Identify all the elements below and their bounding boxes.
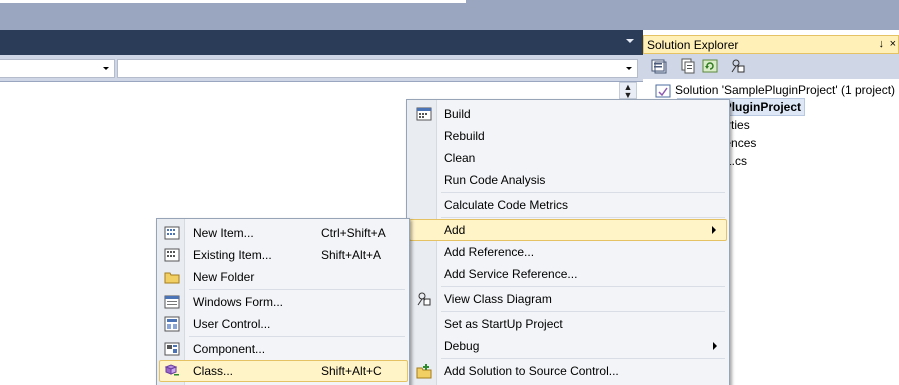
menu-item-calculate-code-metrics[interactable]: Calculate Code Metrics [409,194,727,216]
menu-item-new-item[interactable]: New Item... Ctrl+Shift+A [159,222,408,244]
menu-item-label: Class... [193,364,234,378]
menu-item-add-solution-to-source-control[interactable]: Add Solution to Source Control... [409,360,727,382]
split-icon: ▲ ▼ [623,81,633,100]
menu-item-component[interactable]: Component... [159,338,408,360]
menu-item-label: User Control... [193,317,271,331]
menu-separator [441,286,725,287]
component-icon [164,342,180,356]
menu-item-add-reference[interactable]: Add Reference... [409,241,727,263]
type-dropdown[interactable] [0,59,115,78]
chevron-right-icon [712,226,716,234]
chevron-down-icon [103,67,109,70]
close-icon[interactable]: × [890,38,896,50]
member-dropdown[interactable] [117,59,638,78]
solution-explorer-title: Solution Explorer [647,38,739,52]
menu-separator [189,336,405,337]
tree-item-label: Solution 'SamplePluginProject' (1 projec… [675,83,896,97]
menu-item-rebuild[interactable]: Rebuild [409,125,727,147]
menu-item-label: Build [444,107,471,121]
document-tab-bar [0,30,643,55]
menu-item-label: Windows Form... [193,295,284,309]
menu-item-label: View Class Diagram [444,292,552,306]
chevron-down-icon [626,67,632,70]
chevron-right-icon [713,342,717,350]
class-diagram-icon [417,292,431,306]
menu-item-shortcut: Shift+Alt+A [321,248,382,262]
menu-item-shortcut: Shift+Alt+C [321,364,382,378]
show-all-files-button[interactable] [679,57,697,75]
menu-separator [441,358,725,359]
menu-item-label: Add Service Reference... [444,267,578,281]
add-submenu: New Item... Ctrl+Shift+A Existing Item..… [156,218,410,385]
menu-item-add-service-reference[interactable]: Add Service Reference... [409,263,727,285]
menu-item-build[interactable]: Build [409,103,727,125]
menu-item-label: Run Code Analysis [444,173,546,187]
refresh-button[interactable] [701,57,719,75]
menu-item-new-folder[interactable]: New Folder [159,266,408,288]
menu-item-label: Component... [193,342,266,356]
folder-icon [164,272,180,284]
view-class-diagram-button[interactable] [729,57,747,75]
menu-item-clean[interactable]: Clean [409,147,727,169]
menu-item-add[interactable]: Add [409,219,727,241]
menu-item-run-code-analysis[interactable]: Run Code Analysis [409,169,727,191]
windows-form-icon [164,295,180,309]
solution-explorer-toolbar [643,54,899,79]
menu-item-label: Clean [444,151,476,165]
pin-icon[interactable]: ↓ [879,38,885,50]
menu-item-label: Set as StartUp Project [444,317,563,331]
show-all-files-icon [681,58,695,74]
project-context-menu: Build Rebuild Clean Run Code Analysis Ca… [406,99,730,385]
menu-item-label: Debug [444,339,480,353]
menu-separator [189,289,405,290]
existing-item-icon [164,248,180,262]
menu-item-debug[interactable]: Debug [409,335,727,357]
menu-item-user-control[interactable]: User Control... [159,313,408,335]
menu-item-class[interactable]: Class... Shift+Alt+C [159,360,408,382]
properties-button[interactable] [650,57,668,75]
editor-split-button[interactable]: ▲ ▼ [619,82,637,99]
menu-item-label: Add [444,223,466,237]
menu-item-set-as-startup[interactable]: Set as StartUp Project [409,313,727,335]
properties-icon [651,59,667,74]
user-control-icon [164,316,180,332]
menu-separator [441,311,725,312]
top-strip [0,0,466,3]
menu-separator [441,217,725,218]
new-item-icon [164,226,180,240]
menu-item-label: Add Reference... [444,245,535,259]
menu-item-label: New Folder [193,270,255,284]
class-icon [164,364,179,376]
title-area [0,0,899,30]
menu-item-label: Rebuild [444,129,485,143]
build-icon [416,107,432,121]
menu-item-view-class-diagram[interactable]: View Class Diagram [409,288,727,310]
menu-item-label: Calculate Code Metrics [444,198,569,212]
tree-item-solution[interactable]: Solution 'SamplePluginProject' (1 projec… [655,81,895,99]
solution-icon [655,84,671,98]
menu-item-existing-item[interactable]: Existing Item... Shift+Alt+A [159,244,408,266]
menu-separator [441,192,725,193]
menu-item-label: Add Solution to Source Control... [444,364,619,378]
source-control-icon [416,364,432,379]
menu-item-windows-form[interactable]: Windows Form... [159,291,408,313]
menu-item-label: New Item... [193,226,254,240]
solution-explorer-header: Solution Explorer ↓ × [643,35,899,54]
navigation-bar [0,55,643,82]
refresh-icon [702,59,718,73]
menu-item-label: Existing Item... [193,248,272,262]
tab-dropdown-icon[interactable] [626,39,634,43]
class-diagram-icon [731,59,745,73]
menu-item-shortcut: Ctrl+Shift+A [321,226,386,240]
